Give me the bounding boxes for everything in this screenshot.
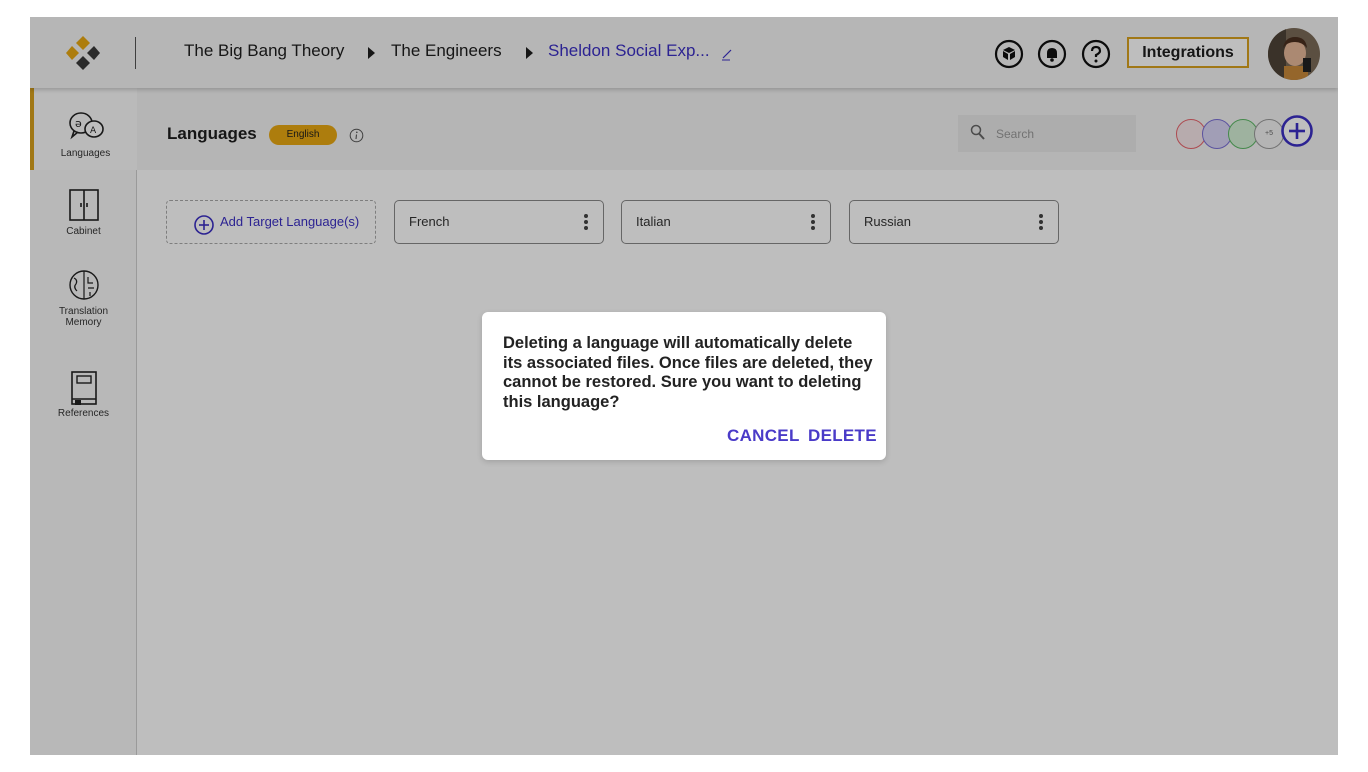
delete-button[interactable]: DELETE	[808, 426, 877, 446]
cancel-button[interactable]: CANCEL	[727, 426, 800, 446]
dialog-message: Deleting a language will automatically d…	[503, 334, 873, 411]
delete-language-dialog: Deleting a language will automatically d…	[482, 312, 886, 460]
